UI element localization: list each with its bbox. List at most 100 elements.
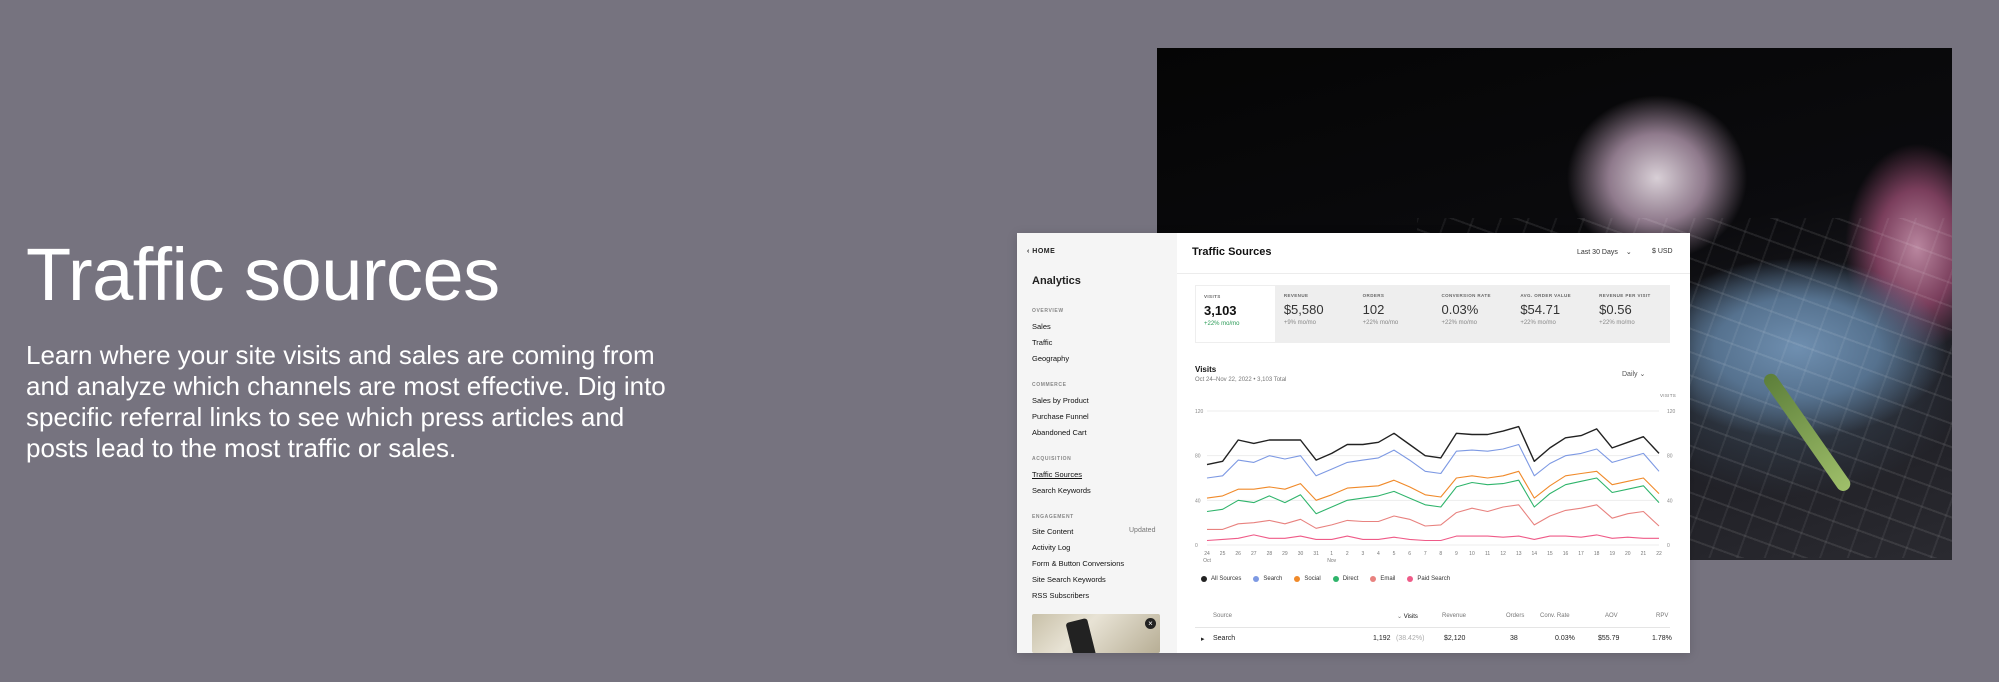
x-tick: 28 [1267, 551, 1273, 557]
sidebar-item-site-search[interactable]: Site Search Keywords [1032, 575, 1106, 584]
x-tick: 13 [1516, 551, 1522, 557]
sidebar-item-search-keywords[interactable]: Search Keywords [1032, 486, 1091, 495]
legend-label: Direct [1342, 576, 1359, 582]
col-visits-label: Visits [1403, 614, 1418, 620]
sidebar-title: Analytics [1032, 275, 1081, 287]
metric-card-conversion[interactable]: CONVERSION RATE 0.03% +22% mo/mo [1433, 285, 1513, 343]
promo-thumbnail[interactable]: × [1032, 614, 1160, 653]
date-range-select[interactable]: Last 30 Days ⌄ [1577, 248, 1632, 256]
metric-value: 102 [1362, 302, 1385, 317]
legend-label: Search [1263, 576, 1283, 582]
col-source[interactable]: Source [1213, 613, 1232, 619]
x-tick: 20 [1625, 551, 1631, 557]
sidebar-item-abandoned-cart[interactable]: Abandoned Cart [1032, 428, 1087, 437]
currency-select[interactable]: $ USD [1652, 248, 1673, 255]
x-tick: 15 [1547, 551, 1553, 557]
y-tick-right: 80 [1667, 454, 1673, 460]
legend-item[interactable]: Paid Search [1407, 576, 1450, 582]
x-tick: 31 [1313, 551, 1319, 557]
series-line [1206, 443, 1660, 479]
hero-title: Traffic sources [26, 233, 500, 316]
sidebar-item-traffic[interactable]: Traffic [1032, 338, 1052, 347]
x-tick: 9 [1455, 551, 1458, 557]
metric-label: AVG. ORDER VALUE [1520, 293, 1572, 298]
col-aov[interactable]: AOV [1605, 613, 1618, 619]
main-panel: Traffic Sources Last 30 Days ⌄ $ USD VISI… [1177, 233, 1690, 653]
granularity-select[interactable]: Daily ⌄ [1622, 370, 1645, 378]
x-tick: 25 [1220, 551, 1226, 557]
hero-section: Traffic sources Learn where your site vi… [26, 236, 726, 464]
y-tick-right: 120 [1667, 409, 1676, 415]
home-link[interactable]: ‹ HOME [1027, 248, 1055, 255]
col-orders[interactable]: Orders [1506, 613, 1524, 619]
legend-label: Email [1380, 576, 1396, 582]
y-tick-right: 40 [1667, 498, 1673, 504]
metric-label: REVENUE [1283, 293, 1309, 298]
expand-icon[interactable]: ▸ [1201, 635, 1205, 643]
metric-card-visits[interactable]: VISITS 3,103 +22% mo/mo [1195, 285, 1276, 343]
chart-legend: All Sources Search Social Direct Email Paid S… [1201, 576, 1450, 582]
x-tick: 6 [1408, 551, 1411, 557]
metric-delta: +22% mo/mo [1520, 320, 1556, 326]
x-tick: 30 [1298, 551, 1304, 557]
x-tick: 12 [1500, 551, 1506, 557]
phone-image [1065, 617, 1097, 653]
legend-swatch [1407, 576, 1414, 582]
legend-swatch [1201, 576, 1207, 582]
col-rpv[interactable]: RPV [1656, 613, 1668, 619]
x-tick: 16 [1563, 551, 1569, 557]
chevron-down-icon: ⌄ [1625, 249, 1632, 256]
metric-value: 3,103 [1204, 303, 1237, 318]
sidebar-item-rss[interactable]: RSS Subscribers [1032, 591, 1089, 600]
metric-card-rpv[interactable]: REVENUE PER VISIT $0.56 +22% mo/mo [1591, 285, 1670, 343]
sidebar-item-form-button[interactable]: Form & Button Conversions [1032, 559, 1124, 568]
metric-card-aov[interactable]: AVG. ORDER VALUE $54.71 +22% mo/mo [1512, 285, 1592, 343]
y-tick-right: 0 [1667, 543, 1670, 549]
x-tick: 2 [1346, 551, 1349, 557]
sidebar-item-traffic-sources[interactable]: Traffic Sources [1032, 470, 1082, 479]
x-tick: 19 [1609, 551, 1615, 557]
cell-rpv: 1.78% [1652, 635, 1672, 642]
x-tick: 4 [1377, 551, 1380, 557]
legend-item[interactable]: All Sources [1201, 576, 1241, 582]
col-visits[interactable]: ⌄ Visits [1397, 613, 1418, 620]
legend-item[interactable]: Search [1253, 576, 1282, 582]
sidebar-item-sales[interactable]: Sales [1032, 322, 1051, 331]
metric-delta: +22% mo/mo [1441, 320, 1478, 326]
legend-item[interactable]: Email [1370, 576, 1395, 582]
metric-card-revenue[interactable]: REVENUE $5,580 +9% mo/mo [1275, 285, 1355, 343]
metric-delta: +22% mo/mo [1362, 320, 1399, 326]
metric-label: CONVERSION RATE [1441, 293, 1491, 298]
section-overview: OVERVIEW [1032, 308, 1064, 314]
sidebar-item-activity-log[interactable]: Activity Log [1032, 543, 1070, 552]
y-tick-left: 80 [1195, 454, 1201, 460]
metric-label: VISITS [1204, 294, 1221, 299]
metric-card-orders[interactable]: ORDERS 102 +22% mo/mo [1354, 285, 1434, 343]
x-tick: 10 [1469, 551, 1475, 557]
legend-item[interactable]: Direct [1332, 576, 1359, 582]
metric-value: $54.71 [1520, 302, 1561, 317]
table-divider [1195, 627, 1670, 628]
x-tick: 3 [1361, 551, 1364, 557]
sort-desc-icon: ⌄ [1397, 614, 1404, 620]
sidebar-item-geography[interactable]: Geography [1032, 354, 1069, 363]
sidebar-item-purchase-funnel[interactable]: Purchase Funnel [1032, 412, 1089, 421]
cell-source: Search [1213, 635, 1236, 642]
x-tick: 14 [1532, 551, 1538, 557]
sidebar-item-sales-by-product[interactable]: Sales by Product [1032, 396, 1089, 405]
legend-swatch [1370, 576, 1377, 582]
col-revenue[interactable]: Revenue [1442, 613, 1466, 619]
updated-badge: Updated [1129, 527, 1156, 534]
series-line [1206, 425, 1660, 466]
col-conv[interactable]: Conv. Rate [1540, 613, 1570, 619]
legend-item[interactable]: Social [1294, 576, 1321, 582]
visits-line-chart: 0 040 4080 80120 12024Oct25 26 27 28 29 30 31 1Nov2… [1195, 409, 1676, 564]
x-tick: 27 [1251, 551, 1257, 557]
sidebar-item-site-content[interactable]: Site Content [1032, 527, 1073, 536]
metric-value: $5,580 [1283, 302, 1324, 317]
close-icon[interactable]: × [1145, 618, 1156, 629]
legend-label: Paid Search [1417, 576, 1451, 582]
metric-delta: +22% mo/mo [1204, 321, 1240, 327]
series-line [1206, 534, 1659, 542]
sidebar: ‹ HOME Analytics OVERVIEW Sales Traffic … [1017, 233, 1177, 653]
